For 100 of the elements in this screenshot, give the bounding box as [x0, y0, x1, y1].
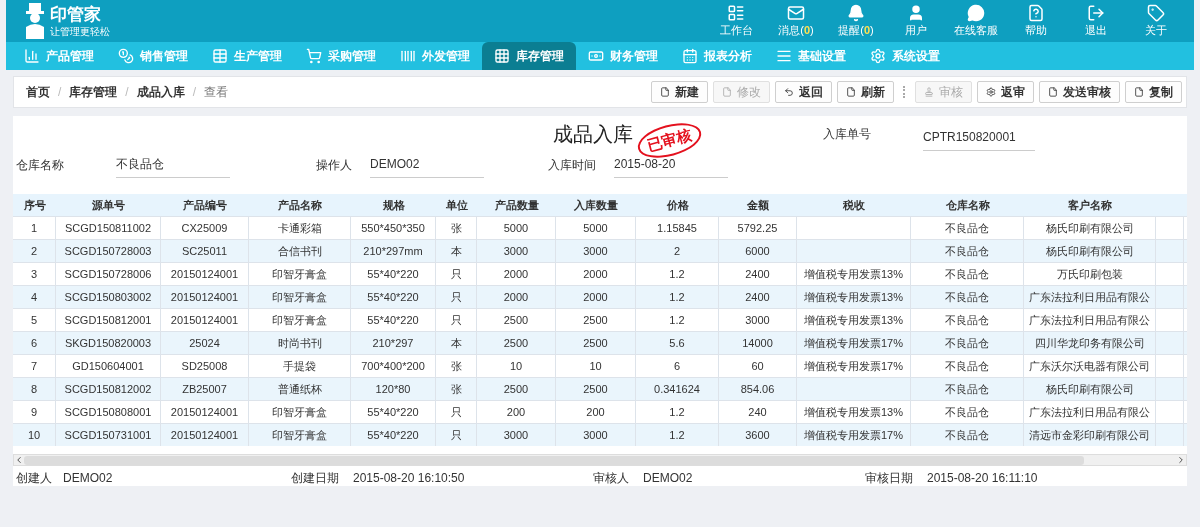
toolbar-button[interactable]: 新建 [651, 81, 708, 103]
table-cell: 3000 [556, 424, 636, 446]
table-cell: 10 [13, 424, 56, 446]
logout-icon [1087, 3, 1105, 22]
toolbar-button[interactable]: 刷新 [837, 81, 894, 103]
toolbar-grip-icon [903, 86, 906, 98]
scroll-right-icon[interactable] [1176, 455, 1186, 465]
toolbar-button[interactable]: 发送审核 [1039, 81, 1120, 103]
logo-slogan: 让管理更轻松 [50, 26, 110, 37]
breadcrumb-link[interactable]: 查看 [204, 83, 229, 101]
breadcrumb-link[interactable]: 库存管理 [69, 83, 118, 101]
top-menu-item[interactable]: 退出 [1066, 3, 1126, 39]
nav-tab[interactable]: 产品管理 [12, 42, 106, 70]
logo-name: 印管家 [50, 5, 102, 23]
nav-tab[interactable]: 财务管理 [576, 42, 670, 70]
table-cell: SCGD150731001 [56, 424, 161, 446]
form-field: 2015-08-20 [614, 151, 728, 178]
coins-icon [118, 48, 134, 64]
nav-tab[interactable]: 外发管理 [388, 42, 482, 70]
field-label: 仓库名称 [15, 156, 65, 174]
form-field: 不良品仓 [116, 151, 230, 178]
column-header: 单位 [444, 197, 469, 213]
list-icon [727, 3, 745, 22]
tag-icon [1147, 3, 1165, 22]
field-label: 操作人 [315, 156, 353, 174]
column-header: 产品编号 [182, 197, 228, 213]
barcode-icon [400, 48, 416, 64]
scroll-left-icon[interactable] [14, 455, 24, 465]
top-menu-item[interactable]: 用户 [886, 3, 946, 39]
column-header: 序号 [22, 197, 47, 213]
calendar-icon [682, 48, 698, 64]
document-icon [722, 87, 732, 97]
field-value: 2015-08-20 16:11:10 [927, 470, 1039, 487]
breadcrumb-separator: / [58, 84, 62, 101]
top-menu-item[interactable]: 帮助 [1006, 3, 1066, 39]
banknote-icon [588, 48, 604, 64]
document-icon [1048, 87, 1058, 97]
cart-icon [306, 48, 322, 64]
form-field: DEMO02 [370, 151, 484, 178]
breadcrumb-separator: / [125, 84, 129, 101]
table-cell: 1.2 [636, 424, 719, 446]
nav-tab[interactable]: 基础设置 [764, 42, 858, 70]
field-value: DEMO02 [643, 470, 694, 487]
horizontal-scrollbar[interactable] [13, 454, 1187, 466]
table-cell: 不良品仓 [911, 424, 1024, 446]
table-cell: 清远市金彩印刷有限公司 [1024, 424, 1156, 446]
toolbar-button[interactable]: 返回 [775, 81, 832, 103]
field-value: 2015-08-20 16:10:50 [353, 470, 466, 487]
nav-tab[interactable]: 报表分析 [670, 42, 764, 70]
top-menu-item[interactable]: 工作台 [706, 3, 766, 39]
column-header: 价格 [665, 197, 690, 213]
form-title: 成品入库 [553, 121, 633, 147]
scroll-thumb[interactable] [24, 455, 1084, 465]
column-header: 仓库名称 [944, 197, 991, 213]
table-cell: 20150124001 [161, 424, 249, 446]
toolbar-button[interactable]: 返审 [977, 81, 1034, 103]
settings-icon [986, 87, 996, 97]
logo-figure-icon [24, 3, 46, 39]
grid-icon [494, 48, 510, 64]
top-menu-item[interactable]: 消息(0) [766, 3, 826, 39]
field-value: DEMO02 [63, 470, 114, 487]
document-icon [846, 87, 856, 97]
table-cell: 55*40*220 [351, 424, 436, 446]
column-header: 产品名称 [277, 197, 323, 213]
breadcrumb-separator: / [192, 84, 197, 101]
column-header: 源单号 [91, 197, 126, 213]
undo-icon [784, 87, 794, 97]
document-icon [660, 87, 670, 97]
settings-icon [870, 48, 886, 64]
document-icon [1134, 87, 1144, 97]
nav-tab[interactable]: 生产管理 [200, 42, 294, 70]
field-label: 创建人 [15, 470, 53, 487]
column-header: 入库数量 [573, 197, 619, 213]
column-header: 税收 [842, 197, 866, 213]
bar-chart-icon [24, 48, 40, 64]
envelope-icon [787, 3, 805, 22]
breadcrumb-link[interactable]: 成品入库 [136, 83, 185, 101]
top-menu-item[interactable]: 关于 [1126, 3, 1186, 39]
column-header: 规格 [381, 197, 406, 213]
bell-icon [847, 3, 865, 22]
field-label: 入库单号 [823, 125, 872, 143]
nav-tab[interactable]: 销售管理 [106, 42, 200, 70]
nav-tab[interactable]: 系统设置 [858, 42, 952, 70]
field-label: 审核日期 [864, 470, 914, 487]
table-cell: 印智牙膏盒 [249, 424, 351, 446]
nav-tab[interactable]: 采购管理 [294, 42, 388, 70]
column-header: 客户名称 [1067, 197, 1113, 213]
nav-tab[interactable]: 库存管理 [482, 42, 576, 70]
table-cell: 增值税专用发票17% [797, 424, 911, 446]
breadcrumb-link[interactable]: 首页 [26, 83, 50, 101]
top-menu-item[interactable]: 在线客服 [946, 3, 1006, 39]
stamp-icon [924, 87, 934, 97]
menu-lines-icon [776, 48, 792, 64]
field-label: 入库时间 [547, 156, 597, 174]
toolbar-button[interactable]: 复制 [1125, 81, 1182, 103]
column-header: 金额 [746, 197, 770, 213]
column-header: 产品数量 [493, 197, 540, 213]
top-menu-item[interactable]: 提醒(0) [826, 3, 886, 39]
user-icon [907, 3, 925, 22]
chat-bubble-icon [967, 3, 985, 22]
